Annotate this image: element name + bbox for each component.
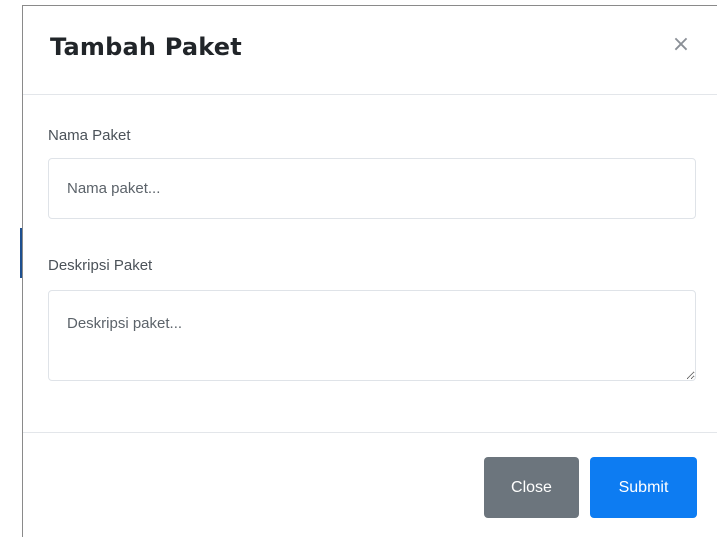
submit-button[interactable]: Submit: [590, 457, 697, 518]
package-name-input[interactable]: [48, 158, 696, 219]
close-icon[interactable]: ×: [669, 33, 693, 57]
add-package-modal: Tambah Paket × Nama Paket Deskripsi Pake…: [22, 5, 717, 537]
modal-header: Tambah Paket ×: [23, 6, 717, 95]
package-description-textarea[interactable]: [48, 290, 696, 381]
package-name-label: Nama Paket: [48, 127, 131, 144]
modal-footer: Close Submit: [23, 432, 717, 537]
close-button[interactable]: Close: [484, 457, 579, 518]
package-description-label: Deskripsi Paket: [48, 257, 153, 274]
modal-title: Tambah Paket: [50, 33, 242, 61]
modal-backdrop: Tambah Paket × Nama Paket Deskripsi Pake…: [0, 0, 718, 537]
